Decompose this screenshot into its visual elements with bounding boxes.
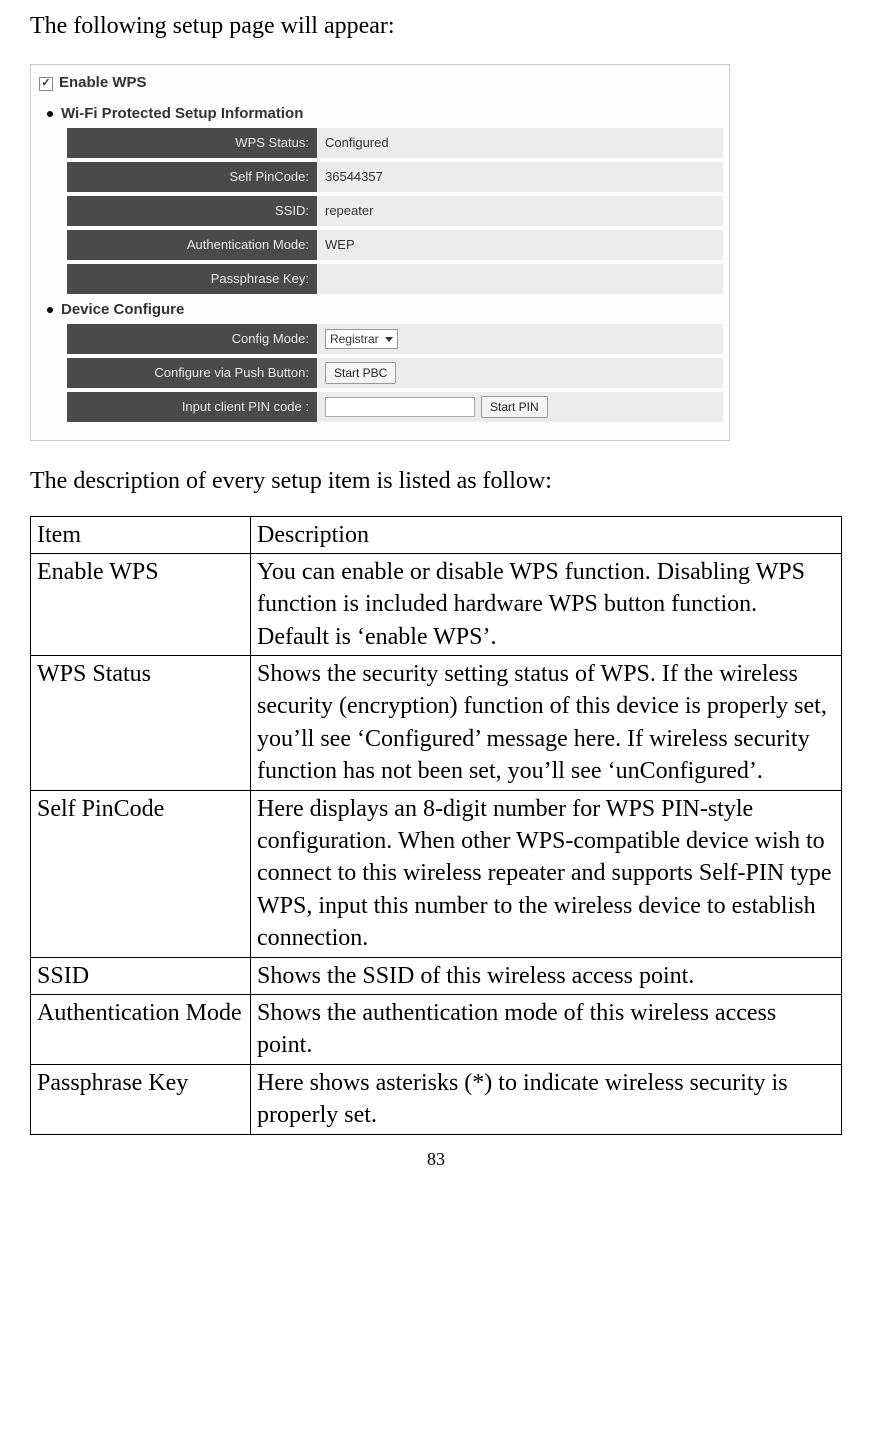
section-wps-info-label: Wi-Fi Protected Setup Information [61,104,303,124]
table-row: Self PinCodeHere displays an 8-digit num… [31,790,842,957]
info-label: Self PinCode: [67,162,317,192]
table-row: WPS StatusShows the security setting sta… [31,656,842,791]
pin-input-label: Input client PIN code : [67,392,317,422]
table-row: Enable WPSYou can enable or disable WPS … [31,553,842,655]
info-value: Configured [317,128,723,158]
table-row: Authentication ModeShows the authenticat… [31,995,842,1065]
info-row: Authentication Mode:WEP [67,230,723,260]
info-row: WPS Status:Configured [67,128,723,158]
table-item: Authentication Mode [31,995,251,1065]
section-wps-info: Wi-Fi Protected Setup Information [37,102,723,128]
enable-wps-row: ✓ Enable WPS [37,69,723,101]
intro-text-1: The following setup page will appear: [30,10,842,42]
info-row: Passphrase Key: [67,264,723,294]
table-description: Shows the authentication mode of this wi… [251,995,842,1065]
info-label: SSID: [67,196,317,226]
info-label: Passphrase Key: [67,264,317,294]
info-row: Self PinCode:36544357 [67,162,723,192]
setup-screenshot: ✓ Enable WPS Wi-Fi Protected Setup Infor… [30,64,730,441]
start-pin-button[interactable]: Start PIN [481,396,548,418]
start-pbc-button[interactable]: Start PBC [325,362,396,384]
page-number: 83 [30,1147,842,1171]
section-device-config: Device Configure [37,298,723,324]
enable-wps-checkbox[interactable]: ✓ [39,77,53,91]
pin-input-row: Input client PIN code : Start PIN [67,392,723,422]
table-row: SSIDShows the SSID of this wireless acce… [31,957,842,994]
info-row: SSID:repeater [67,196,723,226]
table-item: Enable WPS [31,553,251,655]
table-description: Here shows asterisks (*) to indicate wir… [251,1064,842,1134]
config-mode-select[interactable]: Registrar [325,329,398,349]
table-item: Passphrase Key [31,1064,251,1134]
config-mode-label: Config Mode: [67,324,317,354]
table-item: WPS Status [31,656,251,791]
enable-wps-label: Enable WPS [59,73,147,93]
table-item: SSID [31,957,251,994]
table-header-row: Item Description [31,516,842,553]
info-value [317,264,723,294]
bullet-icon [47,307,53,313]
table-description: You can enable or disable WPS function. … [251,553,842,655]
config-mode-row: Config Mode: Registrar [67,324,723,354]
header-item: Item [31,516,251,553]
table-description: Here displays an 8-digit number for WPS … [251,790,842,957]
info-label: Authentication Mode: [67,230,317,260]
header-description: Description [251,516,842,553]
section-device-config-label: Device Configure [61,300,184,320]
info-value: 36544357 [317,162,723,192]
table-row: Passphrase KeyHere shows asterisks (*) t… [31,1064,842,1134]
info-value: WEP [317,230,723,260]
push-button-row: Configure via Push Button: Start PBC [67,358,723,388]
info-label: WPS Status: [67,128,317,158]
table-item: Self PinCode [31,790,251,957]
intro-text-2: The description of every setup item is l… [30,465,842,497]
table-description: Shows the SSID of this wireless access p… [251,957,842,994]
table-description: Shows the security setting status of WPS… [251,656,842,791]
bullet-icon [47,111,53,117]
pin-input-field[interactable] [325,397,475,417]
config-mode-value: Registrar [330,331,379,347]
push-button-label: Configure via Push Button: [67,358,317,388]
info-value: repeater [317,196,723,226]
chevron-down-icon [385,337,393,342]
description-table: Item Description Enable WPSYou can enabl… [30,516,842,1135]
